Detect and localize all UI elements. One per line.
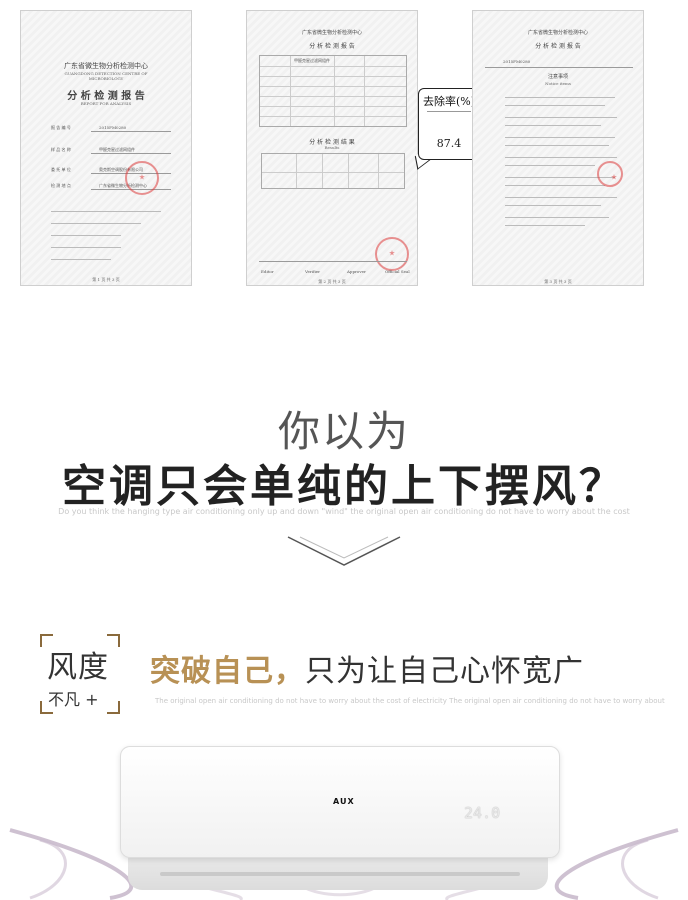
frame-subtitle: 不凡 + <box>48 690 99 709</box>
sample-info-table: 甲醛克星过滤网组件 <box>259 55 407 127</box>
ac-brand-logo: AUX <box>333 797 355 806</box>
official-stamp <box>597 161 623 187</box>
frame-title: 风度 <box>47 650 109 685</box>
headline-subtext: Do you think the hanging type air condit… <box>58 507 630 516</box>
client-label: 委 托 单 位 <box>51 167 71 172</box>
air-conditioner-unit: AUX 24.0 <box>120 746 560 858</box>
sign-office: Official Seal <box>385 269 410 274</box>
ac-temperature-display: 24.0 <box>464 804 501 822</box>
sign-verifier: Verifier <box>305 269 321 274</box>
inspect-label: 检 测 地 点 <box>51 183 71 188</box>
sample-label: 样 品 名 称 <box>51 147 71 152</box>
report-footer: 第 3 页 共 3 页 <box>544 279 572 284</box>
results-table <box>261 153 405 189</box>
report-org-name: 广东省微生物分析检测中心 <box>64 62 148 70</box>
report-org-name: 广东省微生物分析检测中心 <box>301 30 362 36</box>
report-org-name: 广东省微生物分析检测中心 <box>527 30 588 36</box>
report-no-label: 报 告 编 号 <box>51 125 71 130</box>
slogan-subtext: The original open air conditioning do no… <box>155 697 665 705</box>
removal-rate-value: 87.4 <box>436 137 462 150</box>
report-footer: 第 2 页 共 3 页 <box>318 279 346 284</box>
slogan-rest: 只为让自己心怀宽广 <box>305 654 584 689</box>
sign-editor: Editor <box>261 269 274 274</box>
report-no: 2015FM0280 <box>99 125 127 130</box>
callout-divider <box>427 111 471 112</box>
slogan-text: 突破自己，只为让自己心怀宽广 <box>150 646 584 690</box>
report-title: 分 析 检 测 报 告 <box>67 91 145 102</box>
report-title: 分 析 检 测 报 告 <box>535 43 581 50</box>
test-report-page-1: 广东省微生物分析检测中心 GUANGDONG DETECTION CENTRE … <box>20 10 192 286</box>
test-report-page-2: 广东省微生物分析检测中心 分 析 检 测 报 告 甲醛克星过滤网组件 分 析 检… <box>246 10 418 286</box>
chevron-down-icon <box>287 536 401 566</box>
slogan-frame: 风度 不凡 + <box>40 634 120 714</box>
removal-rate-label: 去除率(%) <box>422 95 476 108</box>
test-report-page-3: 广东省微生物分析检测中心 分 析 检 测 报 告 2015FM0280 注意事项… <box>472 10 644 286</box>
official-stamp <box>125 161 159 195</box>
results-title-en: Results <box>324 145 340 150</box>
headline-line-2: 空调只会单纯的上下摆风？ <box>62 461 626 512</box>
slogan-highlight: 突破自己， <box>150 654 305 689</box>
sign-approver: Approver <box>347 269 366 274</box>
report-title: 分 析 检 测 报 告 <box>309 43 355 50</box>
notice-title: 注意事项 <box>547 74 568 80</box>
report-title-en: REPORT FOR ANALYSIS <box>80 101 132 106</box>
removal-rate-callout: 去除率(%) 87.4 <box>418 88 480 160</box>
sample-name-cell: 甲醛克星过滤网组件 <box>294 58 330 63</box>
ac-vent <box>160 872 520 876</box>
report-org-en-2: MICROBIOLOGY <box>88 76 124 81</box>
report-no: 2015FM0280 <box>503 59 531 64</box>
report-footer: 第 1 页 共 3 页 <box>92 277 120 282</box>
official-stamp <box>375 237 409 271</box>
notice-title-en: Notice items <box>545 81 571 86</box>
